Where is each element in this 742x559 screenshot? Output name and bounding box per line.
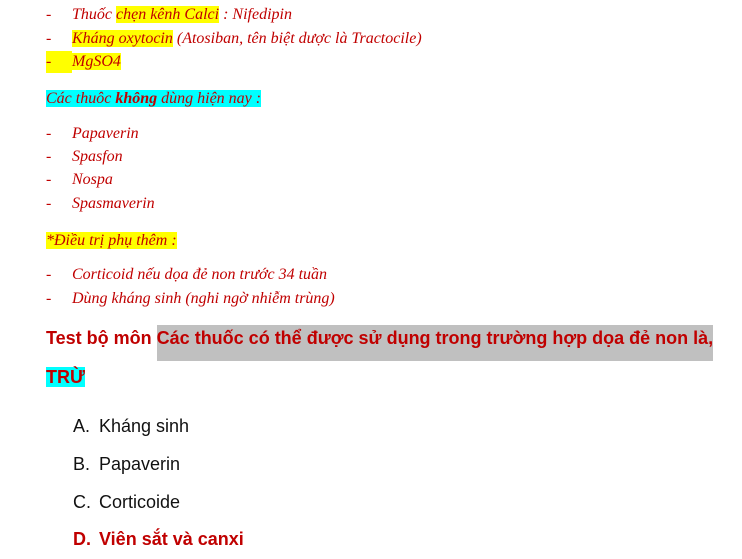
question-prefix: Test bộ môn: [46, 328, 157, 348]
highlighted-text: MgSO4: [72, 53, 121, 70]
list-item-text: Papaverin: [72, 125, 139, 142]
answer-text: Corticoide: [99, 492, 181, 512]
bullet-dash: -: [46, 125, 52, 142]
question-tail-line: TRỪ: [46, 367, 85, 388]
answer-label: C.: [73, 492, 91, 512]
question-line: Test bộ môn Các thuốc có thể được sử dụn…: [46, 325, 714, 361]
list-item: - Spasmaverin: [46, 193, 155, 215]
answer-label: A.: [73, 416, 91, 436]
heading-text: dùng hiện nay :: [157, 90, 262, 107]
list-item-text: Dùng kháng sinh (nghi ngờ nhiễm trùng): [72, 290, 335, 307]
question-highlighted: Các thuốc có thể được sử dụng trong trườ…: [156, 325, 714, 361]
answer-option: A. Kháng sinh: [73, 414, 189, 438]
list-item-text: (Atosiban, tên biệt dược là Tractocile): [172, 30, 422, 47]
list-item: - Thuốc chẹn kênh Calci : Nifedipin: [46, 4, 292, 26]
answer-option: B. Papaverin: [73, 452, 180, 476]
list-item-text: Spasmaverin: [72, 195, 155, 212]
list-item-text: : Nifedipin: [219, 6, 292, 23]
question-tail: TRỪ: [46, 367, 85, 387]
list-item: - MgSO4: [46, 51, 121, 73]
bullet-dash: -: [46, 290, 52, 307]
list-item: - Papaverin: [46, 123, 139, 145]
list-item: - Kháng oxytocin (Atosiban, tên biệt dược…: [46, 28, 422, 50]
list-item: - Spasfon: [46, 146, 123, 168]
answer-text: Kháng sinh: [99, 416, 190, 436]
heading-text: Các thuôc: [46, 90, 116, 107]
answer-text: Viên sắt và canxi: [99, 529, 244, 549]
answer-option-correct: D. Viên sắt và canxi: [73, 527, 244, 551]
highlighted-text: chẹn kênh Calci: [116, 6, 220, 23]
answer-option: C. Corticoide: [73, 490, 180, 514]
answer-text: Papaverin: [99, 454, 181, 474]
list-item-text: Spasfon: [72, 148, 123, 165]
answer-label: B.: [73, 454, 91, 474]
bullet-dash: -: [46, 195, 52, 212]
bullet-dash: -: [46, 266, 52, 283]
list-item: - Corticoid nếu dọa đẻ non trước 34 tuần: [46, 264, 327, 286]
bullet-dash: -: [46, 30, 52, 47]
list-item: - Dùng kháng sinh (nghi ngờ nhiễm trùng): [46, 288, 335, 310]
document-page: - Thuốc chẹn kênh Calci : Nifedipin - Khán…: [0, 0, 742, 559]
answer-label: D.: [73, 529, 91, 549]
list-item-text: Corticoid nếu dọa đẻ non trước 34 tuần: [72, 266, 328, 283]
bullet-dash: -: [46, 148, 52, 165]
list-item-text: Nospa: [72, 171, 113, 188]
bullet-dash: -: [46, 6, 52, 23]
list-item: - Nospa: [46, 169, 113, 191]
bullet-dash: -: [46, 171, 52, 188]
list-item-text: Thuốc: [72, 6, 116, 23]
section-heading: Các thuôc không dùng hiện nay :: [46, 88, 262, 110]
highlighted-text: Kháng oxytocin: [72, 30, 173, 47]
bullet-dash: -: [46, 51, 72, 73]
heading-text: *Điều trị phụ thêm :: [46, 232, 177, 249]
heading-bold-text: không: [115, 90, 158, 107]
section-heading: *Điều trị phụ thêm :: [46, 230, 177, 252]
